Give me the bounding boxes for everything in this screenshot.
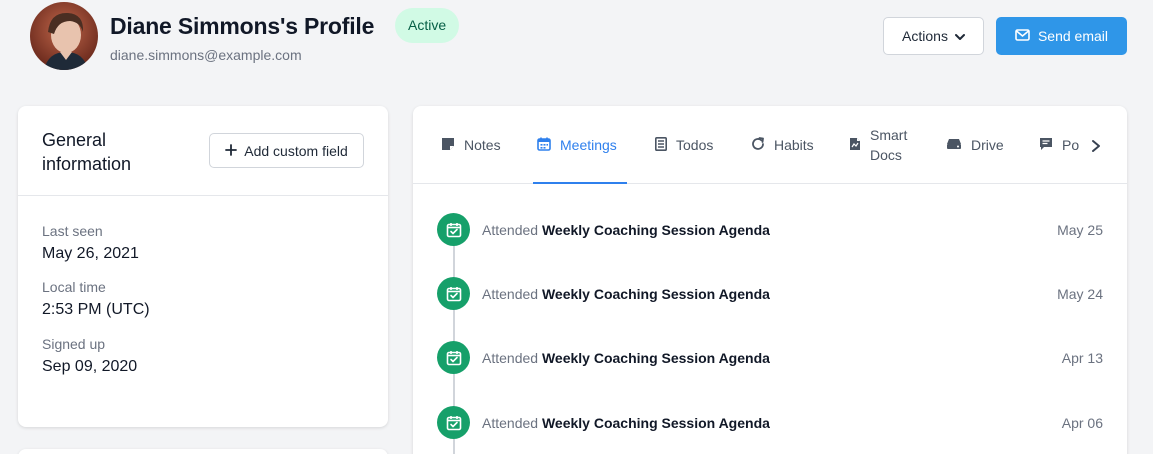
tab-po[interactable]: Po (1039, 106, 1079, 184)
meeting-title: Weekly Coaching Session Agenda (541, 350, 770, 366)
entry-verb: Attended (482, 350, 539, 366)
mail-icon (1015, 28, 1030, 44)
calendar-check-icon (437, 213, 470, 246)
tab-meetings-label: Meetings (560, 137, 617, 153)
list-item[interactable]: Attended Weekly Coaching Session Agenda (482, 350, 770, 366)
comment-icon (1039, 137, 1053, 154)
general-info-card: General information Add custom field Las… (18, 106, 388, 427)
drive-icon (946, 137, 962, 153)
tab-notes[interactable]: Notes (441, 106, 501, 184)
smart-doc-icon (849, 137, 861, 154)
actions-button[interactable]: Actions (883, 17, 984, 55)
add-custom-field-button[interactable]: Add custom field (209, 133, 364, 168)
tab-habits[interactable]: Habits (751, 106, 814, 184)
chevron-down-icon (954, 28, 965, 44)
meeting-title: Weekly Coaching Session Agenda (541, 415, 770, 431)
calendar-check-icon (437, 277, 470, 310)
tab-notes-label: Notes (464, 137, 501, 153)
tab-smart-docs-label: Smart Docs (870, 127, 908, 163)
local-time-label: Local time (42, 279, 106, 295)
entry-date: May 24 (1057, 286, 1103, 302)
tab-bar: Notes Meetings Todos Habits Smart Docs D… (413, 106, 1127, 184)
checklist-icon (655, 136, 667, 154)
tab-po-label: Po (1062, 137, 1079, 153)
add-custom-field-label: Add custom field (244, 142, 348, 159)
refresh-icon (751, 136, 765, 154)
tab-drive-label: Drive (971, 137, 1004, 153)
calendar-check-icon (437, 406, 470, 439)
last-seen-label: Last seen (42, 223, 103, 239)
general-info-title: General information (42, 130, 132, 174)
status-badge: Active (395, 8, 460, 43)
last-seen-value: May 26, 2021 (42, 245, 139, 262)
page-title: Diane Simmons's Profile (110, 13, 375, 39)
meeting-title: Weekly Coaching Session Agenda (541, 222, 770, 238)
secondary-card (18, 449, 388, 454)
calendar-icon (537, 137, 551, 154)
divider (18, 195, 388, 196)
note-icon (441, 137, 455, 154)
profile-header: Diane Simmons's Profile Active diane.sim… (0, 0, 1153, 80)
entry-date: Apr 06 (1061, 415, 1103, 431)
tab-todos[interactable]: Todos (655, 106, 713, 184)
chevron-right-icon[interactable] (1088, 136, 1104, 161)
profile-email: diane.simmons@example.com (110, 47, 302, 63)
send-email-button[interactable]: Send email (996, 17, 1127, 55)
plus-icon (225, 143, 238, 159)
entry-date: May 25 (1057, 222, 1103, 238)
entry-verb: Attended (482, 415, 539, 431)
tab-drive[interactable]: Drive (946, 106, 1004, 184)
send-email-label: Send email (1037, 28, 1109, 44)
calendar-check-icon (437, 341, 470, 374)
tab-habits-label: Habits (774, 137, 814, 153)
active-tab-indicator (533, 182, 627, 184)
entry-verb: Attended (482, 286, 539, 302)
activity-card: Notes Meetings Todos Habits Smart Docs D… (413, 106, 1127, 454)
avatar (30, 2, 98, 70)
signed-up-label: Signed up (42, 336, 106, 352)
tab-smart-docs[interactable]: Smart Docs (849, 106, 914, 184)
signed-up-value: Sep 09, 2020 (42, 358, 138, 375)
list-item[interactable]: Attended Weekly Coaching Session Agenda (482, 415, 770, 431)
entry-date: Apr 13 (1061, 350, 1103, 366)
meeting-title: Weekly Coaching Session Agenda (541, 286, 770, 302)
actions-button-label: Actions (902, 28, 948, 44)
list-item[interactable]: Attended Weekly Coaching Session Agenda (482, 222, 770, 238)
tab-meetings[interactable]: Meetings (537, 106, 617, 184)
list-item[interactable]: Attended Weekly Coaching Session Agenda (482, 286, 770, 302)
tab-todos-label: Todos (676, 137, 714, 153)
local-time-value: 2:53 PM (UTC) (42, 301, 150, 318)
entry-verb: Attended (482, 222, 539, 238)
